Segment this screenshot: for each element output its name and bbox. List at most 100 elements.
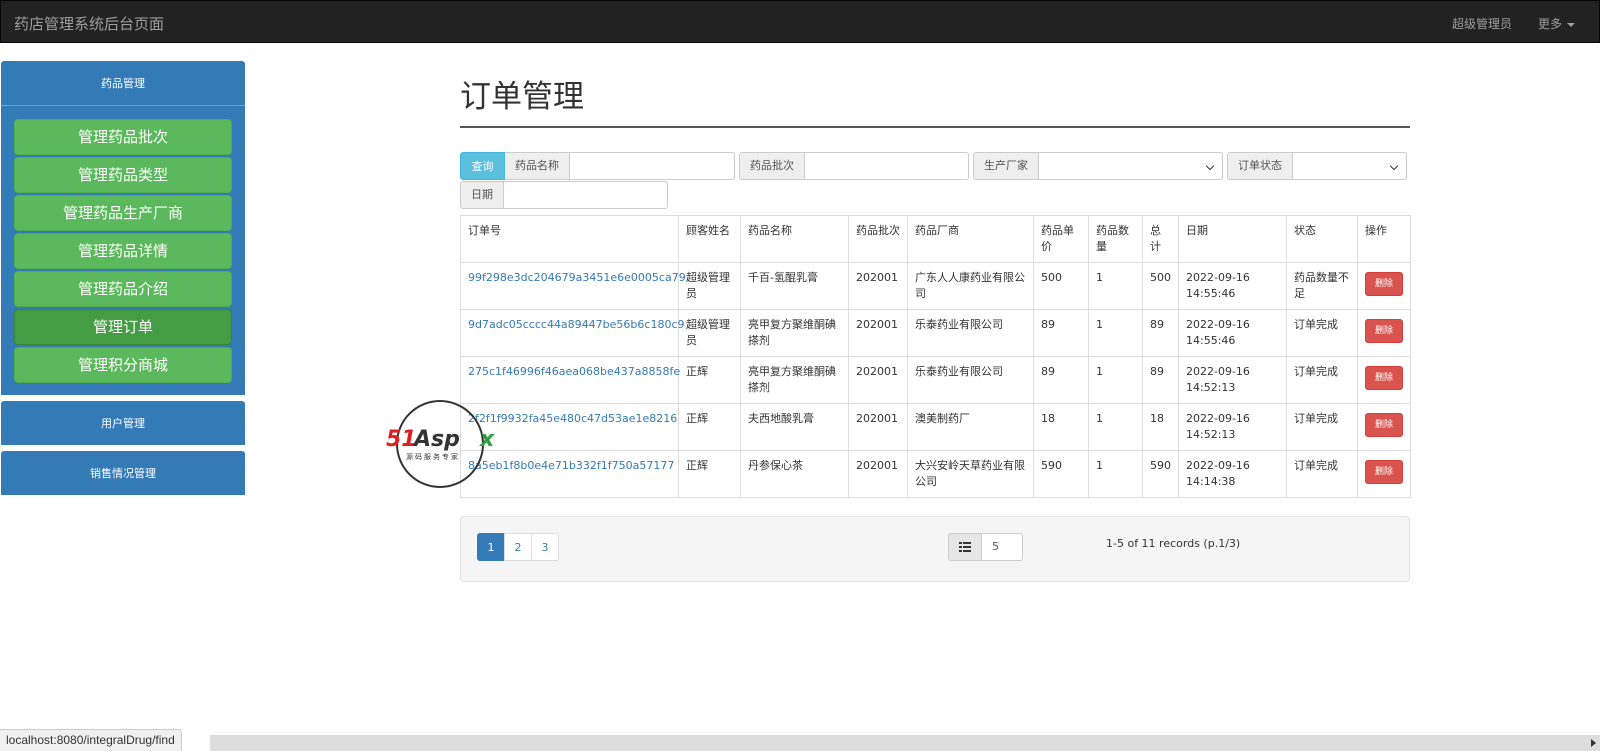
delete-button[interactable]: 删除: [1365, 413, 1403, 437]
order-status-label: 订单状态: [1227, 152, 1293, 180]
order-id-cell: 8a5eb1f8b0e4e71b332f1f750a57177: [460, 450, 679, 498]
col-customer: 顾客姓名: [678, 215, 741, 263]
sidebar-panel-user-management[interactable]: 用户管理: [1, 401, 245, 445]
date-cell: 2022-09-16 14:14:38: [1178, 450, 1287, 498]
status-cell: 订单完成: [1286, 450, 1358, 498]
page-link-2[interactable]: 2: [504, 533, 532, 561]
col-qty: 药品数量: [1088, 215, 1143, 263]
status-cell: 订单完成: [1286, 356, 1358, 404]
page-link-1[interactable]: 1: [477, 533, 505, 561]
col-total: 总计: [1142, 215, 1179, 263]
top-navbar: 药店管理系统后台页面 超级管理员 更多: [0, 0, 1600, 43]
customer-cell: 超级管理员: [678, 309, 741, 357]
table-row: 99f298e3dc204679a3451e6e0005ca79 超级管理员 千…: [460, 262, 1411, 310]
batch-label: 药品批次: [739, 152, 805, 180]
sidebar-panel-drug-management[interactable]: 药品管理: [1, 61, 245, 105]
maker-cell: 澳美制药厂: [907, 403, 1034, 451]
col-order-id: 订单号: [460, 215, 679, 263]
price-cell: 18: [1033, 403, 1089, 451]
sidebar-item-points-mall[interactable]: 管理积分商城: [14, 347, 232, 383]
sidebar-item-drug-intro[interactable]: 管理药品介绍: [14, 271, 232, 307]
date-cell: 2022-09-16 14:55:46: [1178, 262, 1287, 310]
order-status-select[interactable]: [1293, 152, 1407, 180]
maker-cell: 广东人人康药业有限公司: [907, 262, 1034, 310]
list-icon[interactable]: [948, 533, 982, 561]
page-link-3[interactable]: 3: [531, 533, 559, 561]
drug-name-label: 药品名称: [505, 152, 570, 180]
page-size-input[interactable]: 5: [982, 533, 1023, 561]
batch-cell: 202001: [848, 309, 908, 357]
date-label: 日期: [460, 181, 504, 209]
delete-button[interactable]: 删除: [1365, 460, 1403, 484]
qty-cell: 1: [1088, 309, 1143, 357]
sidebar-item-drug-manufacturer[interactable]: 管理药品生产厂商: [14, 195, 232, 231]
date-cell: 2022-09-16 14:52:13: [1178, 403, 1287, 451]
drug-cell: 亮甲复方聚维酮碘搽剂: [740, 356, 849, 404]
horizontal-scrollbar[interactable]: [210, 735, 1600, 751]
watermark-logo-red: 51: [386, 427, 417, 452]
col-status: 状态: [1286, 215, 1358, 263]
maker-cell: 乐泰药业有限公司: [907, 309, 1034, 357]
date-input[interactable]: [504, 181, 668, 209]
records-summary: 1-5 of 11 records (p.1/3): [1106, 537, 1241, 550]
table-row: 9d7adc05cccc44a89447be56b6c180c9 超级管理员 亮…: [460, 309, 1411, 357]
pagination: 1 2 3: [477, 533, 559, 561]
sidebar-panel-sales-management[interactable]: 销售情况管理: [1, 451, 245, 495]
manufacturer-label: 生产厂家: [973, 152, 1039, 180]
pagination-panel: 1 2 3 5 1-5 of 11 records (p.1/3): [460, 516, 1410, 582]
date-filter: 日期: [460, 181, 668, 209]
page-size-control: 5: [948, 533, 1023, 561]
customer-cell: 正辉: [678, 450, 741, 498]
order-id-link[interactable]: 275c1f46996f46aea068be437a8858fe: [468, 365, 680, 378]
manufacturer-select[interactable]: [1039, 152, 1223, 180]
navbar-right-menu: 超级管理员 更多: [1452, 15, 1575, 32]
batch-cell: 202001: [848, 356, 908, 404]
total-cell: 500: [1142, 262, 1179, 310]
order-id-link[interactable]: 9d7adc05cccc44a89447be56b6c180c9: [468, 318, 685, 331]
sidebar-item-orders[interactable]: 管理订单: [14, 309, 232, 345]
col-drug-name: 药品名称: [740, 215, 849, 263]
drug-name-input[interactable]: [570, 152, 735, 180]
sidebar-drug-menu: 管理药品批次 管理药品类型 管理药品生产厂商 管理药品详情 管理药品介绍 管理订…: [1, 105, 245, 395]
maker-cell: 大兴安岭天草药业有限公司: [907, 450, 1034, 498]
user-menu-link[interactable]: 超级管理员: [1452, 15, 1512, 32]
scroll-right-arrow-icon[interactable]: [1591, 739, 1596, 747]
order-id-link[interactable]: 2f2f1f9932fa45e480c47d53ae1e8216: [468, 412, 677, 425]
col-batch: 药品批次: [848, 215, 908, 263]
delete-button[interactable]: 删除: [1365, 272, 1403, 296]
watermark-tagline: 源码服务专家: [406, 452, 460, 461]
drug-cell: 千百-氢醌乳膏: [740, 262, 849, 310]
sidebar-item-drug-detail[interactable]: 管理药品详情: [14, 233, 232, 269]
col-price: 药品单价: [1033, 215, 1089, 263]
order-id-link[interactable]: 99f298e3dc204679a3451e6e0005ca79: [468, 271, 686, 284]
total-cell: 89: [1142, 356, 1179, 404]
order-id-cell: 9d7adc05cccc44a89447be56b6c180c9: [460, 309, 685, 357]
action-cell: 删除: [1357, 309, 1411, 357]
filter-bar: 查询 药品名称 药品批次 生产厂家 订单状态 日期: [460, 152, 1410, 209]
qty-cell: 1: [1088, 356, 1143, 404]
query-button[interactable]: 查询: [460, 152, 505, 180]
batch-cell: 202001: [848, 450, 908, 498]
order-id-link[interactable]: 8a5eb1f8b0e4e71b332f1f750a57177: [468, 459, 674, 472]
table-header-row: 订单号 顾客姓名 药品名称 药品批次 药品厂商 药品单价 药品数量 总计 日期 …: [460, 215, 1411, 263]
sidebar-item-drug-type[interactable]: 管理药品类型: [14, 157, 232, 193]
app-brand[interactable]: 药店管理系统后台页面: [14, 13, 164, 34]
action-cell: 删除: [1357, 262, 1411, 310]
page-title: 订单管理: [460, 71, 1410, 128]
order-status-filter: 订单状态: [1227, 152, 1407, 180]
delete-button[interactable]: 删除: [1365, 366, 1403, 390]
table-row: 8a5eb1f8b0e4e71b332f1f750a57177 正辉 丹参保心茶…: [460, 450, 1411, 498]
drug-cell: 丹参保心茶: [740, 450, 849, 498]
order-id-cell: 275c1f46996f46aea068be437a8858fe: [460, 356, 680, 404]
more-label: 更多: [1537, 17, 1562, 31]
batch-input[interactable]: [805, 152, 969, 180]
sidebar-item-drug-batch[interactable]: 管理药品批次: [14, 119, 232, 155]
col-maker: 药品厂商: [907, 215, 1034, 263]
drug-name-filter: 药品名称: [505, 152, 735, 180]
delete-button[interactable]: 删除: [1365, 319, 1403, 343]
batch-cell: 202001: [848, 262, 908, 310]
total-cell: 590: [1142, 450, 1179, 498]
main-content: 订单管理 查询 药品名称 药品批次 生产厂家 订单状态 日期 订单号 顾客姓名 …: [460, 71, 1411, 582]
total-cell: 89: [1142, 309, 1179, 357]
more-dropdown[interactable]: 更多: [1538, 15, 1575, 32]
